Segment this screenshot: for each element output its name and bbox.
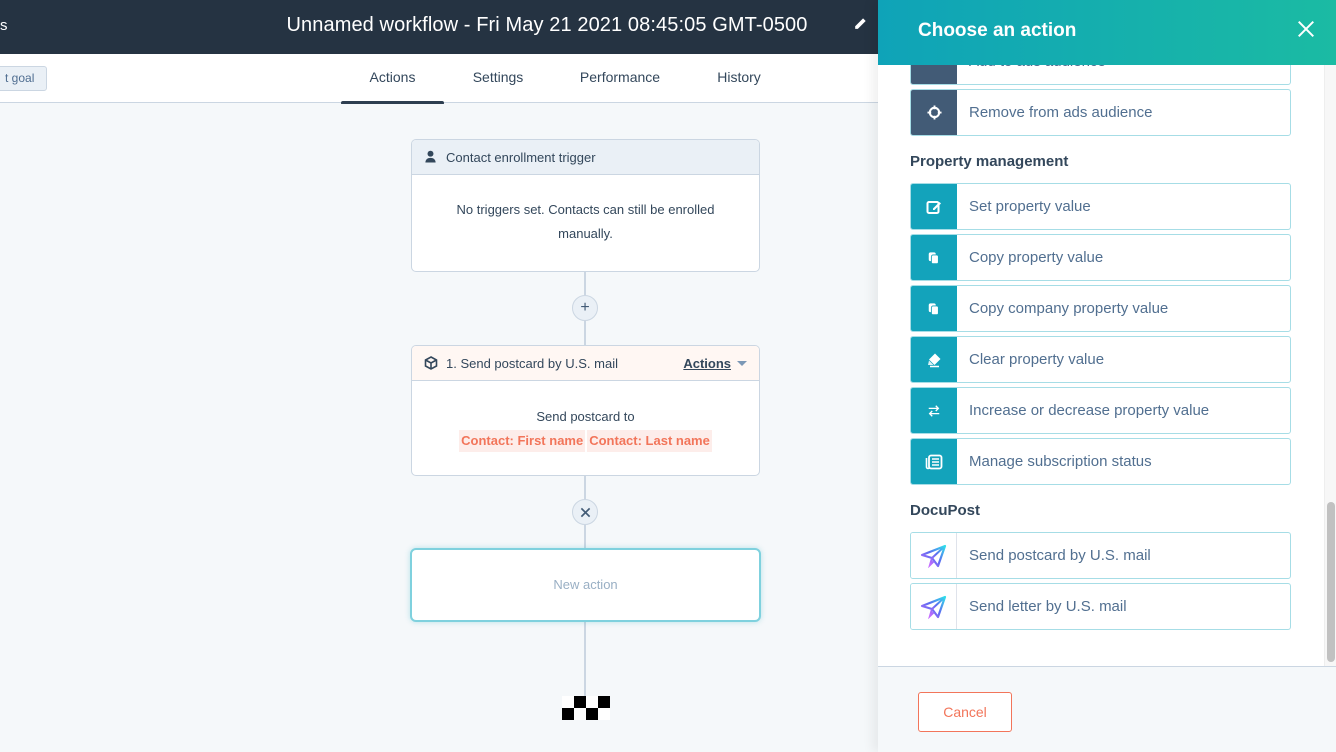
remove-placeholder-button[interactable] bbox=[572, 499, 598, 525]
choose-action-panel: Add to ads audience Remove from ads audi… bbox=[878, 0, 1336, 752]
plus-icon: + bbox=[580, 299, 590, 316]
trigger-title: Contact enrollment trigger bbox=[446, 149, 596, 165]
connector-line bbox=[584, 622, 586, 696]
workflow-tabbar: t goal Actions Settings Performance Hist… bbox=[0, 54, 878, 105]
workflow-canvas: Contact enrollment trigger No triggers s… bbox=[0, 104, 878, 752]
action-option-clear-property-value[interactable]: Clear property value bbox=[910, 336, 1291, 383]
connector-line bbox=[584, 271, 586, 295]
panel-header: Choose an action bbox=[878, 0, 1336, 65]
option-label: Send postcard by U.S. mail bbox=[969, 547, 1151, 564]
action-option-set-property-value[interactable]: Set property value bbox=[910, 183, 1291, 230]
actions-dropdown-label: Actions bbox=[683, 355, 731, 371]
section-docupost: DocuPost bbox=[910, 502, 981, 519]
connector-line bbox=[584, 475, 586, 499]
action-option-copy-company-property-value[interactable]: Copy company property value bbox=[910, 285, 1291, 332]
cube-icon bbox=[424, 356, 438, 370]
paper-plane-icon bbox=[911, 584, 957, 629]
copy-icon bbox=[911, 235, 957, 280]
edit-icon bbox=[911, 184, 957, 229]
new-action-placeholder[interactable]: New action bbox=[410, 548, 761, 622]
panel-footer: Cancel bbox=[878, 666, 1336, 752]
action-option-manage-subscription-status[interactable]: Manage subscription status bbox=[910, 438, 1291, 485]
option-label: Manage subscription status bbox=[969, 453, 1152, 470]
target-icon bbox=[911, 90, 957, 135]
tab-performance[interactable]: Performance bbox=[569, 54, 671, 103]
finish-flag-icon bbox=[562, 696, 610, 720]
action-card-actions-dropdown[interactable]: Actions bbox=[683, 356, 747, 371]
close-icon bbox=[580, 507, 590, 517]
option-label: Set property value bbox=[969, 198, 1091, 215]
option-label: Copy property value bbox=[969, 249, 1104, 266]
option-label: Increase or decrease property value bbox=[969, 402, 1210, 419]
trigger-description: No triggers set. Contacts can still be e… bbox=[456, 202, 715, 241]
close-icon[interactable] bbox=[1296, 19, 1318, 41]
tab-settings[interactable]: Settings bbox=[458, 54, 538, 103]
enrollment-trigger-card[interactable]: Contact enrollment trigger No triggers s… bbox=[411, 139, 760, 272]
option-label: Remove from ads audience bbox=[969, 104, 1153, 121]
workflow-topbar: s Unnamed workflow - Fri May 21 2021 08:… bbox=[0, 0, 878, 54]
connector-line bbox=[584, 321, 586, 345]
trigger-card-header: Contact enrollment trigger bbox=[412, 140, 759, 175]
swap-arrows-icon bbox=[911, 388, 957, 433]
copy-icon bbox=[911, 286, 957, 331]
action-body-text: Send postcard to bbox=[536, 409, 635, 424]
option-label: Send letter by U.S. mail bbox=[969, 598, 1127, 615]
contact-first-name-token: Contact: First name bbox=[459, 430, 586, 452]
paper-plane-icon bbox=[911, 533, 957, 578]
panel-title: Choose an action bbox=[918, 20, 1077, 41]
tab-actions[interactable]: Actions bbox=[341, 54, 444, 105]
cancel-button[interactable]: Cancel bbox=[918, 692, 1012, 732]
contact-last-name-token: Contact: Last name bbox=[587, 430, 712, 452]
set-goal-button[interactable]: t goal bbox=[0, 66, 48, 91]
action-list-scroll[interactable]: Add to ads audience Remove from ads audi… bbox=[878, 0, 1336, 666]
newspaper-icon bbox=[911, 439, 957, 484]
option-label: Copy company property value bbox=[969, 300, 1169, 317]
section-property-management: Property management bbox=[910, 153, 1069, 170]
action-option-send-postcard[interactable]: Send postcard by U.S. mail bbox=[910, 532, 1291, 579]
action-card-title: 1. Send postcard by U.S. mail bbox=[446, 355, 618, 371]
caret-down-icon bbox=[737, 360, 747, 366]
workflow-title: Unnamed workflow - Fri May 21 2021 08:45… bbox=[286, 14, 808, 36]
tab-history[interactable]: History bbox=[705, 54, 773, 103]
connector-line bbox=[584, 525, 586, 549]
add-action-button[interactable]: + bbox=[572, 295, 598, 321]
eraser-icon bbox=[911, 337, 957, 382]
action-option-remove-from-ads-audience[interactable]: Remove from ads audience bbox=[910, 89, 1291, 136]
action-option-increase-decrease-property-value[interactable]: Increase or decrease property value bbox=[910, 387, 1291, 434]
scrollbar-thumb[interactable] bbox=[1327, 502, 1335, 662]
action-card-header: 1. Send postcard by U.S. mail Actions bbox=[412, 346, 759, 381]
pencil-icon[interactable] bbox=[853, 17, 869, 33]
action-card-send-postcard[interactable]: 1. Send postcard by U.S. mail Actions Se… bbox=[411, 345, 760, 476]
action-option-send-letter[interactable]: Send letter by U.S. mail bbox=[910, 583, 1291, 630]
contact-icon bbox=[424, 150, 438, 164]
action-option-copy-property-value[interactable]: Copy property value bbox=[910, 234, 1291, 281]
option-label: Clear property value bbox=[969, 351, 1105, 368]
